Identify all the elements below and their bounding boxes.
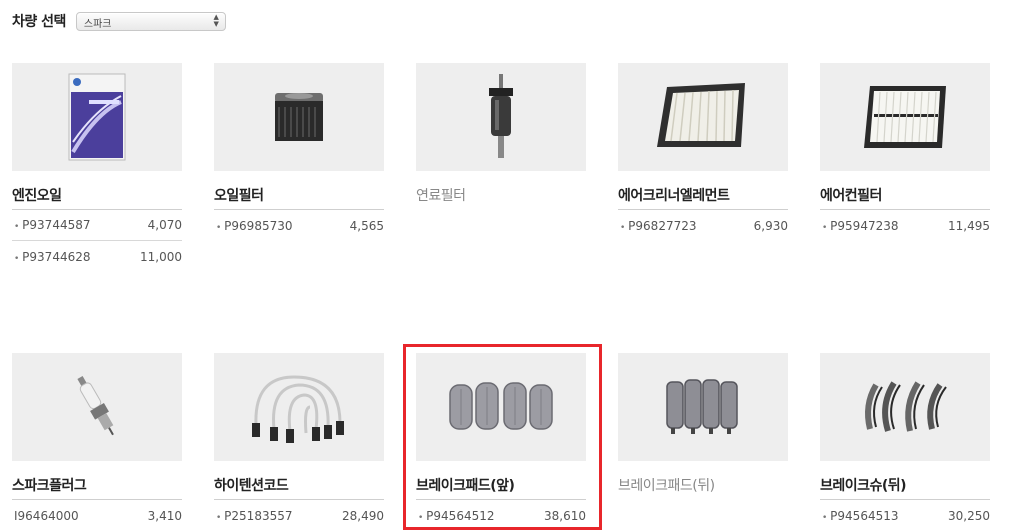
- product-name[interactable]: 에어크리너엘레먼트: [618, 185, 788, 205]
- part-code: P93744628: [14, 250, 90, 264]
- engine-oil-box-icon: [68, 73, 126, 161]
- fuel-filter-image[interactable]: [416, 63, 586, 171]
- brake-shoes-icon: [865, 381, 947, 432]
- brake-shoes-image[interactable]: [820, 353, 990, 461]
- part-code: P94564513: [822, 509, 898, 523]
- oil-filter-image[interactable]: [214, 63, 384, 171]
- part-price: 4,070: [147, 218, 182, 232]
- oil-filter-icon: [275, 93, 323, 141]
- product-card-rear-brake-pads[interactable]: 브레이크패드(뒤): [618, 353, 788, 495]
- product-card-spark-plug[interactable]: 스파크플러그 I96464000 3,410: [12, 353, 182, 530]
- engine-oil-image[interactable]: [12, 63, 182, 171]
- cabin-filter-image[interactable]: [820, 63, 990, 171]
- part-row[interactable]: P96827723 6,930: [618, 210, 788, 241]
- air-cleaner-image[interactable]: [618, 63, 788, 171]
- product-name[interactable]: 연료필터: [416, 185, 586, 205]
- high-tension-cord-image[interactable]: [214, 353, 384, 461]
- cabin-air-filter-icon: [864, 86, 946, 148]
- product-card-brake-shoes[interactable]: 브레이크슈(뒤) P94564513 30,250: [820, 353, 990, 530]
- high-tension-cord-icon: [252, 375, 344, 443]
- part-price: 11,000: [140, 249, 182, 264]
- product-card-oil-filter[interactable]: 오일필터 P96985730 4,565: [214, 63, 384, 241]
- part-price: 3,410: [147, 508, 182, 523]
- fuel-filter-icon: [489, 74, 513, 158]
- product-name[interactable]: 엔진오일: [12, 185, 182, 205]
- part-price: 6,930: [753, 218, 788, 233]
- vehicle-select-value: 스파크: [83, 18, 112, 30]
- rear-brake-pads-icon: [666, 379, 738, 434]
- part-code: P96985730: [216, 219, 292, 233]
- part-row[interactable]: I96464000 3,410: [12, 500, 182, 530]
- product-card-high-tension-cord[interactable]: 하이텐션코드 P25183557 28,490: [214, 353, 384, 530]
- rear-brake-pads-image[interactable]: [618, 353, 788, 461]
- product-name[interactable]: 하이텐션코드: [214, 475, 384, 495]
- product-card-air-cleaner[interactable]: 에어크리너엘레먼트 P96827723 6,930: [618, 63, 788, 241]
- part-code: P96827723: [620, 219, 696, 233]
- vehicle-select-label: 차량 선택: [12, 14, 66, 30]
- product-name[interactable]: 브레이크패드(뒤): [618, 475, 788, 495]
- part-row[interactable]: P94564513 30,250: [820, 500, 990, 530]
- product-card-fuel-filter[interactable]: 연료필터: [416, 63, 586, 205]
- part-code: P93744587: [14, 218, 90, 232]
- product-card-engine-oil[interactable]: 엔진오일 P93744587 4,070 P93744628 11,000: [12, 63, 182, 272]
- part-price: 4,565: [349, 218, 384, 233]
- product-name[interactable]: 에어컨필터: [820, 185, 990, 205]
- part-row[interactable]: P96985730 4,565: [214, 210, 384, 241]
- part-row[interactable]: P93744628 11,000: [12, 241, 182, 272]
- spark-plug-icon: [77, 376, 114, 436]
- part-price: 28,490: [342, 508, 384, 523]
- spark-plug-image[interactable]: [12, 353, 182, 461]
- product-name[interactable]: 오일필터: [214, 185, 384, 205]
- part-row[interactable]: P93744587 4,070: [12, 210, 182, 241]
- product-card-cabin-filter[interactable]: 에어컨필터 P95947238 11,495: [820, 63, 990, 241]
- selection-highlight-box: [403, 344, 602, 530]
- part-code: P25183557: [216, 509, 292, 523]
- air-cleaner-element-icon: [657, 83, 745, 147]
- vehicle-selector-bar: 차량 선택 스파크 ▲ ▼: [12, 10, 226, 32]
- product-name[interactable]: 스파크플러그: [12, 475, 182, 495]
- part-code: P95947238: [822, 219, 898, 233]
- part-price: 11,495: [948, 218, 990, 233]
- part-code: I96464000: [14, 508, 79, 523]
- product-name[interactable]: 브레이크슈(뒤): [820, 475, 990, 495]
- part-row[interactable]: P25183557 28,490: [214, 500, 384, 530]
- select-arrows-icon: ▲ ▼: [213, 12, 219, 28]
- part-price: 30,250: [948, 508, 990, 523]
- part-row[interactable]: P95947238 11,495: [820, 210, 990, 241]
- vehicle-select-dropdown[interactable]: 스파크 ▲ ▼: [75, 11, 226, 31]
